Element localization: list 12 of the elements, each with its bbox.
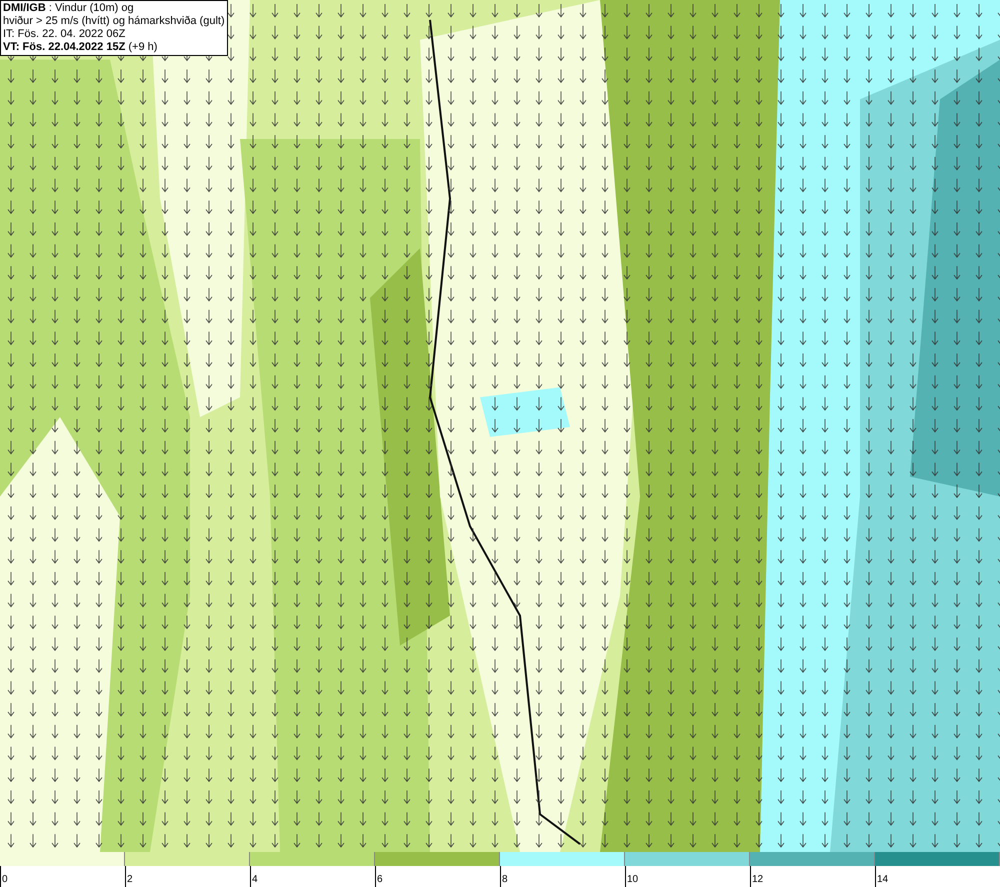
title-line: DMI/IGB : Vindur (10m) og [3,2,135,15]
legend-tick-label: 14 [877,873,888,886]
legend-tick-label: 8 [502,873,508,886]
legend-tick-label: 6 [377,873,383,886]
title-line: hviður > 25 m/s (hvítt) og hámarkshviða (gult) [3,15,225,28]
title-line: VT: Fös. 22.04.2022 15Z (+9 h) [3,41,158,54]
legend-tick-label: 0 [2,873,8,886]
legend-tick-label: 4 [252,873,258,886]
legend-tick-label: 2 [127,873,133,886]
legend-tick-label: 10 [627,873,638,886]
legend-tick-label: 12 [752,873,764,886]
title-line: IT: Fös. 22. 04. 2022 06Z [3,28,126,41]
